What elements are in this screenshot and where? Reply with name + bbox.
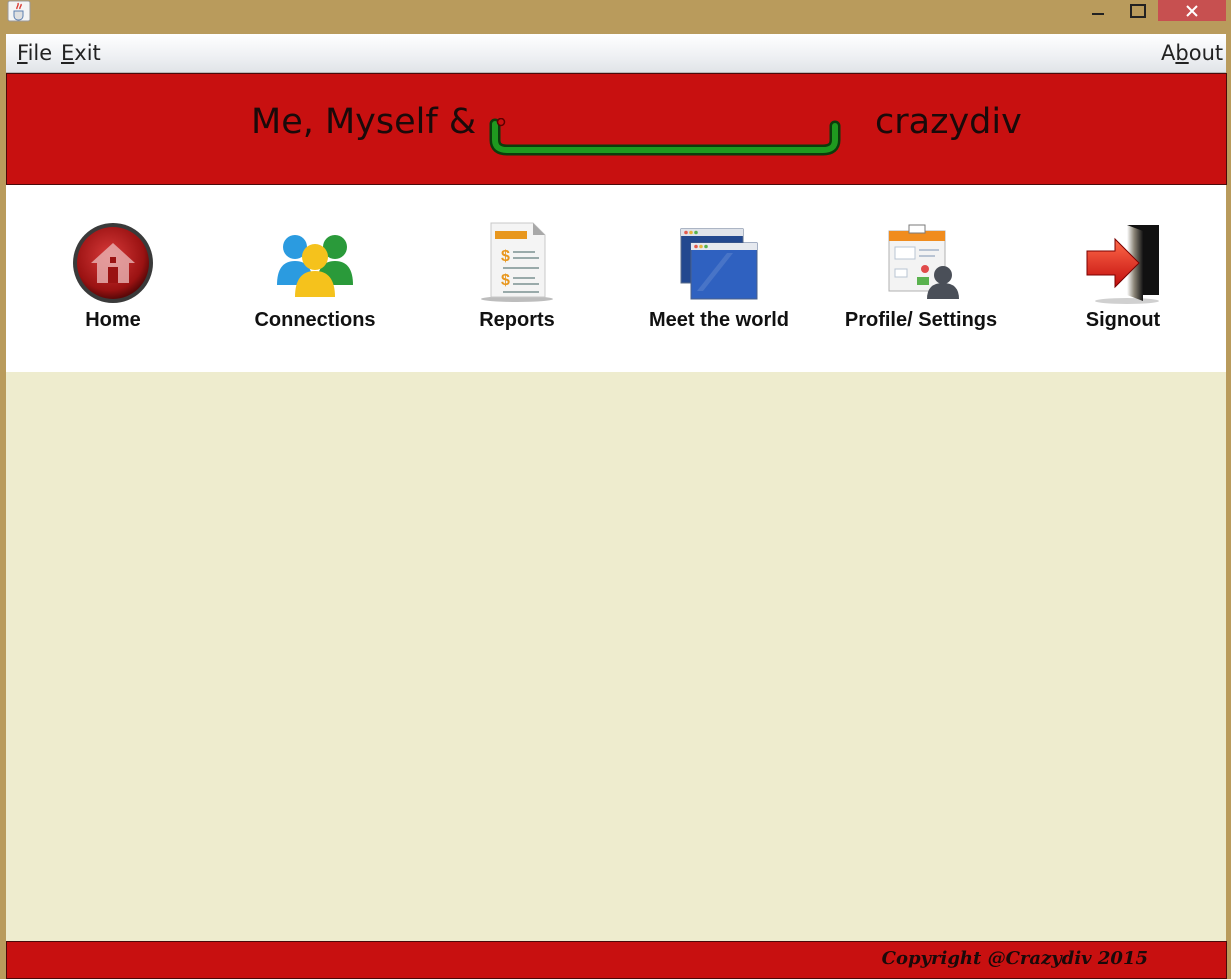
svg-text:$: $ (501, 248, 510, 265)
menu-bar: File Exit About (6, 34, 1226, 73)
menu-about-prefix: A (1161, 41, 1176, 65)
people-icon (277, 235, 353, 297)
maximize-icon (1130, 3, 1146, 18)
windows-icon (680, 228, 758, 300)
main-toolbar: Home Connections $ $ Reports Meet the wo… (6, 185, 1226, 372)
home-icon (73, 223, 153, 303)
close-icon (1186, 4, 1198, 17)
home-label: Home (85, 309, 141, 331)
svg-text:$: $ (501, 272, 510, 289)
menu-exit-mnemonic: E (61, 41, 75, 65)
profile-settings-label: Profile/ Settings (844, 309, 998, 331)
report-icon: $ $ (481, 222, 553, 302)
reports-button[interactable]: $ $ Reports (417, 221, 617, 341)
maximize-button[interactable] (1122, 0, 1154, 21)
menu-file-mnemonic: F (17, 41, 28, 65)
application-window: File Exit About Me, Myself & crazydiv Ho… (0, 0, 1231, 979)
header-title-right: crazydiv (875, 102, 1022, 142)
content-panel (6, 372, 1226, 941)
minimize-icon (1092, 12, 1104, 15)
title-bar[interactable] (0, 0, 1231, 34)
menu-about[interactable]: About (1161, 41, 1223, 65)
meet-the-world-label: Meet the world (648, 309, 789, 331)
meet-the-world-button[interactable]: Meet the world (619, 221, 819, 341)
minimize-button[interactable] (1082, 0, 1114, 21)
close-button[interactable] (1158, 0, 1226, 21)
menu-about-mnemonic: b (1175, 41, 1189, 65)
header-title-left: Me, Myself & (251, 102, 477, 142)
menu-exit[interactable]: Exit (61, 41, 101, 65)
signout-button[interactable]: Signout (1023, 221, 1223, 341)
connections-button[interactable]: Connections (215, 221, 415, 341)
header-banner: Me, Myself & crazydiv (6, 73, 1227, 185)
footer-bar: Copyright @Crazydiv 2015 (6, 941, 1227, 979)
menu-about-label: out (1188, 41, 1224, 65)
profile-icon (888, 224, 959, 299)
menu-file[interactable]: File (17, 41, 52, 65)
profile-settings-button[interactable]: Profile/ Settings (821, 221, 1021, 341)
reports-label: Reports (479, 309, 555, 331)
client-area: File Exit About Me, Myself & crazydiv Ho… (6, 34, 1227, 979)
signout-icon (1086, 225, 1159, 304)
signout-label: Signout (1085, 309, 1161, 331)
menu-exit-label: xit (74, 41, 101, 65)
green-bracket-icon (489, 118, 841, 156)
menu-file-label: ile (27, 41, 53, 65)
copyright-text: Copyright @Crazydiv 2015 (881, 948, 1148, 969)
home-button[interactable]: Home (13, 221, 213, 341)
java-cup-icon (7, 0, 31, 22)
connections-label: Connections (254, 309, 376, 331)
